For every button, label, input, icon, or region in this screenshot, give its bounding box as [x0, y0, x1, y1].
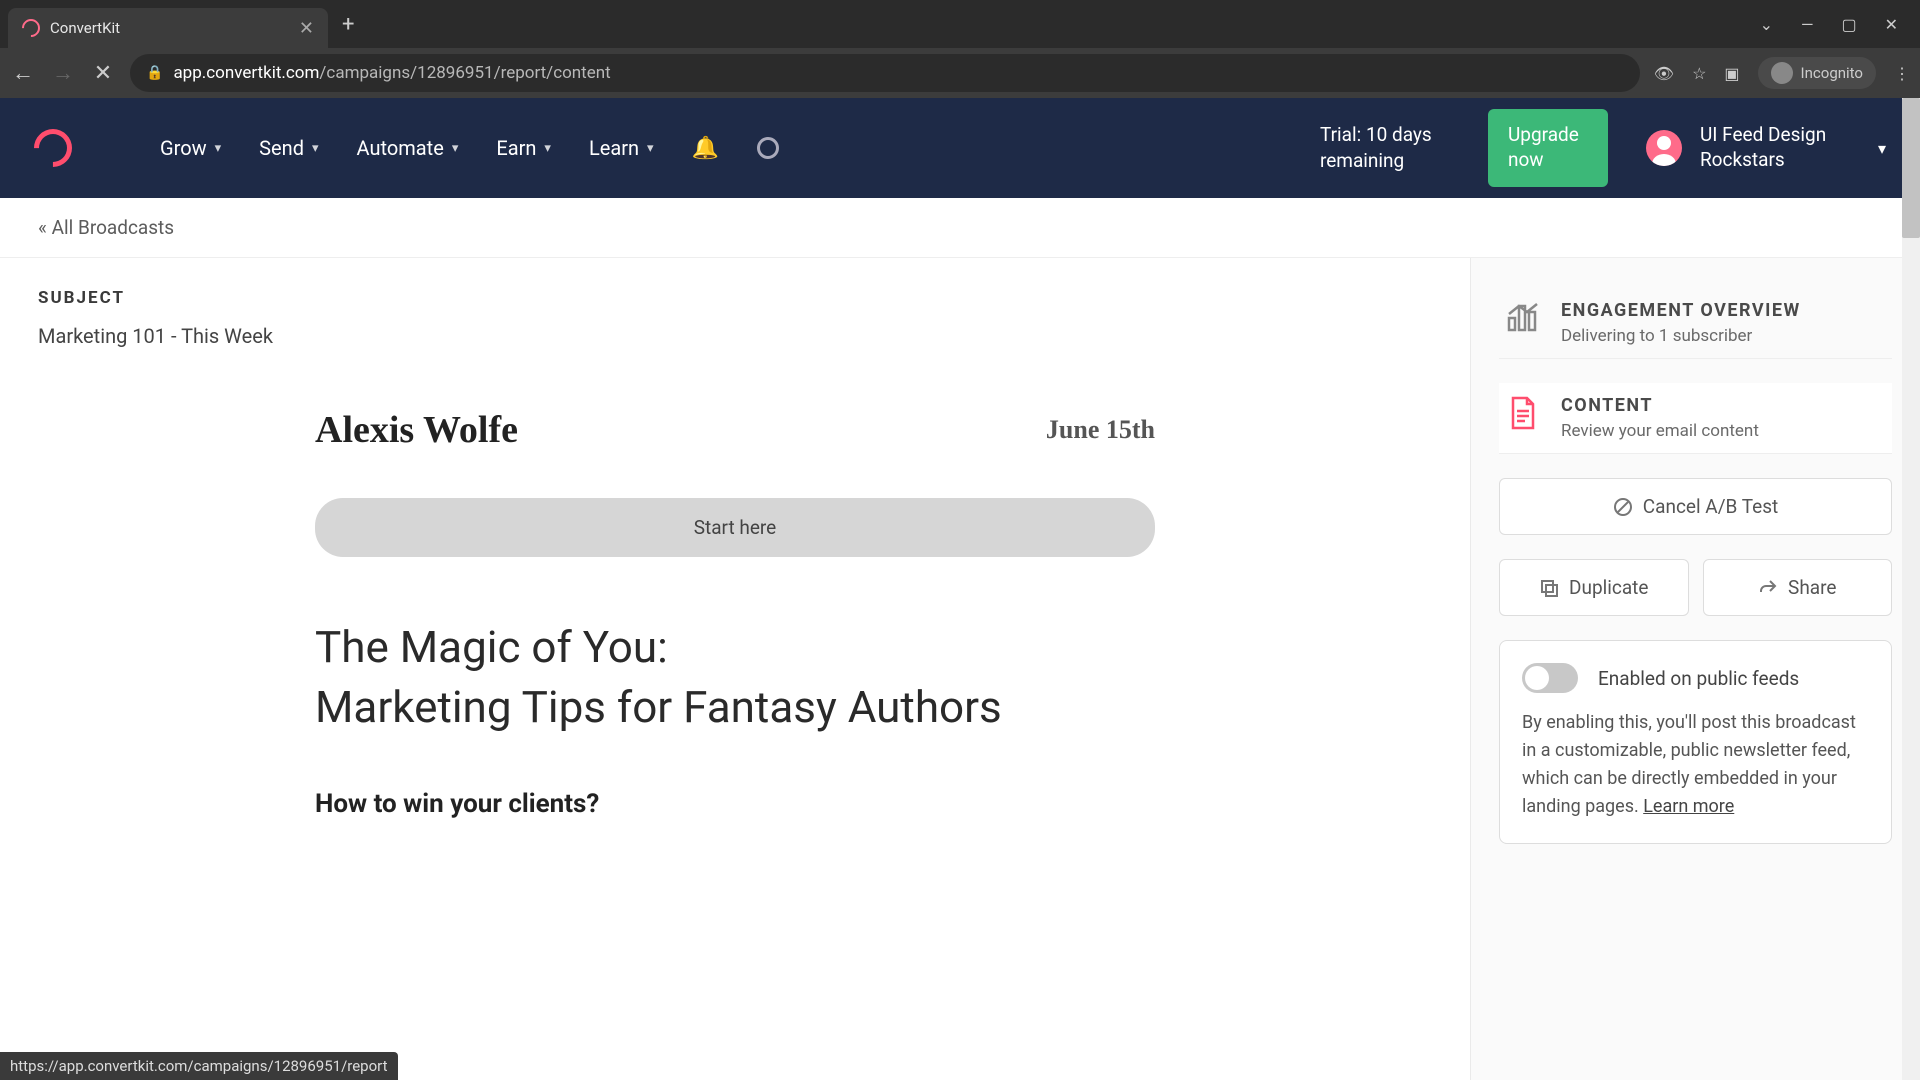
- cancel-ab-test-button[interactable]: Cancel A/B Test: [1499, 478, 1892, 535]
- chevron-down-icon: ▾: [312, 141, 319, 156]
- incognito-icon: [1771, 62, 1793, 84]
- sidebar-item-content[interactable]: CONTENT Review your email content: [1499, 383, 1892, 454]
- nav-earn[interactable]: Earn▾: [496, 136, 551, 160]
- url-input[interactable]: 🔒 app.convertkit.com/campaigns/12896951/…: [130, 54, 1640, 92]
- close-tab-icon[interactable]: ✕: [299, 18, 314, 39]
- subheading: How to win your clients?: [315, 789, 1155, 819]
- eye-off-icon[interactable]: 👁: [1654, 64, 1674, 83]
- chevron-down-icon: ▾: [647, 141, 654, 156]
- author-name: Alexis Wolfe: [315, 408, 518, 452]
- maximize-icon[interactable]: ▢: [1841, 15, 1856, 34]
- email-header: Alexis Wolfe June 15th: [315, 408, 1155, 452]
- learn-more-link[interactable]: Learn more: [1643, 796, 1734, 817]
- right-sidebar: ENGAGEMENT OVERVIEW Delivering to 1 subs…: [1470, 258, 1920, 1080]
- subject-text: Marketing 101 - This Week: [38, 324, 1432, 348]
- chevron-down-icon: ▾: [1878, 139, 1886, 158]
- bell-icon[interactable]: 🔔: [692, 136, 719, 161]
- window-controls: ⌄ — ▢ ✕: [1760, 15, 1912, 34]
- feed-toggle-label: Enabled on public feeds: [1598, 667, 1799, 690]
- public-feed-box: Enabled on public feeds By enabling this…: [1499, 640, 1892, 844]
- nav-automate[interactable]: Automate▾: [357, 136, 459, 160]
- chevron-down-icon[interactable]: ⌄: [1760, 15, 1773, 34]
- browser-tab[interactable]: ConvertKit ✕: [8, 8, 328, 48]
- close-window-icon[interactable]: ✕: [1885, 15, 1898, 34]
- loading-ring-icon: [757, 137, 779, 159]
- panel-icon[interactable]: ▣: [1724, 64, 1739, 83]
- document-icon: [1505, 395, 1541, 431]
- forward-button[interactable]: →: [50, 60, 76, 86]
- avatar-icon: [1646, 130, 1682, 166]
- main-panel: SUBJECT Marketing 101 - This Week Alexis…: [0, 258, 1470, 1080]
- subject-label: SUBJECT: [38, 288, 1432, 308]
- tab-title: ConvertKit: [50, 19, 289, 37]
- minimize-icon[interactable]: —: [1801, 15, 1814, 34]
- url-text: app.convertkit.com/campaigns/12896951/re…: [173, 63, 610, 83]
- share-button[interactable]: Share: [1703, 559, 1893, 616]
- public-feed-toggle[interactable]: [1522, 663, 1578, 693]
- email-preview: Alexis Wolfe June 15th Start here The Ma…: [295, 408, 1175, 819]
- address-bar: ← → ✕ 🔒 app.convertkit.com/campaigns/128…: [0, 48, 1920, 98]
- upgrade-button[interactable]: Upgrade now: [1488, 109, 1608, 186]
- nav-grow[interactable]: Grow▾: [160, 136, 221, 160]
- engagement-title: ENGAGEMENT OVERVIEW: [1561, 300, 1801, 321]
- content-title: CONTENT: [1561, 395, 1759, 416]
- addr-right-controls: 👁 ☆ ▣ Incognito ⋮: [1654, 57, 1910, 89]
- incognito-badge[interactable]: Incognito: [1758, 57, 1876, 89]
- chevron-down-icon: ▾: [452, 141, 459, 156]
- headline-2: Marketing Tips for Fantasy Authors: [315, 681, 1155, 733]
- top-nav: Grow▾ Send▾ Automate▾ Earn▾ Learn▾ 🔔 Tri…: [0, 98, 1920, 198]
- status-bar-url: https://app.convertkit.com/campaigns/128…: [0, 1052, 398, 1080]
- content-subtitle: Review your email content: [1561, 421, 1759, 441]
- chevron-down-icon: ▾: [544, 141, 551, 156]
- body: SUBJECT Marketing 101 - This Week Alexis…: [0, 258, 1920, 1080]
- engagement-subtitle: Delivering to 1 subscriber: [1561, 326, 1801, 346]
- sidebar-item-engagement[interactable]: ENGAGEMENT OVERVIEW Delivering to 1 subs…: [1499, 288, 1892, 359]
- back-button[interactable]: ←: [10, 60, 36, 86]
- scrollbar[interactable]: [1902, 98, 1920, 1080]
- nav-send[interactable]: Send▾: [259, 136, 318, 160]
- kebab-menu-icon[interactable]: ⋮: [1894, 64, 1910, 83]
- share-icon: [1758, 578, 1778, 598]
- new-tab-button[interactable]: +: [342, 12, 354, 37]
- chevron-down-icon: ▾: [215, 141, 222, 156]
- copy-icon: [1539, 578, 1559, 598]
- tab-bar: ConvertKit ✕ + ⌄ — ▢ ✕: [0, 0, 1920, 48]
- feed-description: By enabling this, you'll post this broad…: [1522, 709, 1869, 821]
- back-to-broadcasts-link[interactable]: « All Broadcasts: [38, 216, 174, 239]
- lock-icon: 🔒: [146, 65, 163, 81]
- headline-1: The Magic of You:: [315, 621, 1155, 673]
- cancel-icon: [1613, 497, 1633, 517]
- favicon-icon: [18, 15, 43, 40]
- chart-icon: [1505, 300, 1541, 336]
- breadcrumb: « All Broadcasts: [0, 198, 1920, 258]
- start-here-button[interactable]: Start here: [315, 498, 1155, 557]
- app-root: Grow▾ Send▾ Automate▾ Earn▾ Learn▾ 🔔 Tri…: [0, 98, 1920, 1080]
- star-icon[interactable]: ☆: [1692, 64, 1706, 83]
- email-date: June 15th: [1046, 415, 1155, 445]
- browser-chrome: ConvertKit ✕ + ⌄ — ▢ ✕ ← → ✕ 🔒 app.conve…: [0, 0, 1920, 98]
- logo-icon[interactable]: [26, 121, 80, 175]
- nav-learn[interactable]: Learn▾: [589, 136, 654, 160]
- reload-button[interactable]: ✕: [90, 61, 116, 86]
- trial-status: Trial: 10 days remaining: [1320, 122, 1450, 173]
- action-row: Duplicate Share: [1499, 559, 1892, 616]
- account-menu[interactable]: UI Feed Design Rockstars ▾: [1646, 123, 1886, 172]
- feed-toggle-row: Enabled on public feeds: [1522, 663, 1869, 693]
- scrollbar-thumb[interactable]: [1902, 98, 1920, 238]
- duplicate-button[interactable]: Duplicate: [1499, 559, 1689, 616]
